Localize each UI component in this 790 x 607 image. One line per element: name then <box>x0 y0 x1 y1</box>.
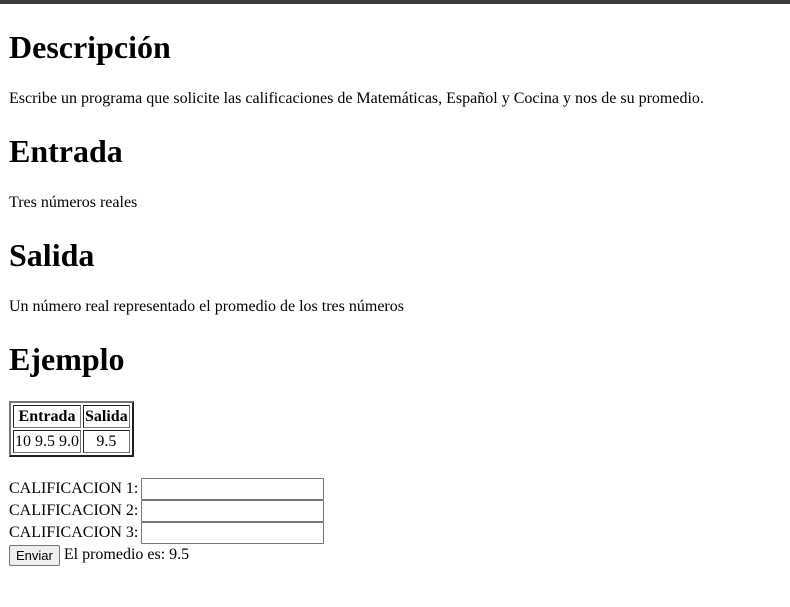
form-row-1: CALIFICACION 1: <box>9 478 784 500</box>
example-heading: Ejemplo <box>9 341 125 377</box>
submit-row: Enviar El promedio es: 9.5 <box>9 544 784 566</box>
table-cell-salida: 9.5 <box>83 430 130 453</box>
example-table: Entrada Salida 10 9.5 9.0 9.5 <box>9 401 134 457</box>
grade-3-label: CALIFICACION 3: <box>9 524 139 541</box>
table-header-entrada: Entrada <box>13 405 81 428</box>
table-header-salida: Salida <box>83 405 130 428</box>
table-row: 10 9.5 9.0 9.5 <box>13 430 130 453</box>
description-text: Escribe un programa que solicite las cal… <box>9 90 704 107</box>
form-row-2: CALIFICACION 2: <box>9 500 784 522</box>
grade-3-input[interactable] <box>141 522 325 544</box>
result-text: El promedio es: 9.5 <box>63 546 190 563</box>
description-heading: Descripción <box>9 29 171 65</box>
grades-form: CALIFICACION 1: CALIFICACION 2: CALIFICA… <box>9 478 784 566</box>
table-cell-entrada: 10 9.5 9.0 <box>13 430 81 453</box>
table-header-row: Entrada Salida <box>13 405 130 428</box>
page-content: Descripción Escribe un programa que soli… <box>9 4 784 566</box>
grade-2-input[interactable] <box>141 500 325 522</box>
output-heading: Salida <box>9 237 95 273</box>
grade-1-input[interactable] <box>141 478 325 500</box>
input-text: Tres números reales <box>9 194 138 211</box>
submit-button[interactable]: Enviar <box>9 544 60 566</box>
input-heading: Entrada <box>9 133 123 169</box>
grade-1-label: CALIFICACION 1: <box>9 480 139 497</box>
grade-2-label: CALIFICACION 2: <box>9 502 139 519</box>
form-row-3: CALIFICACION 3: <box>9 522 784 544</box>
output-text: Un número real representado el promedio … <box>9 298 404 315</box>
